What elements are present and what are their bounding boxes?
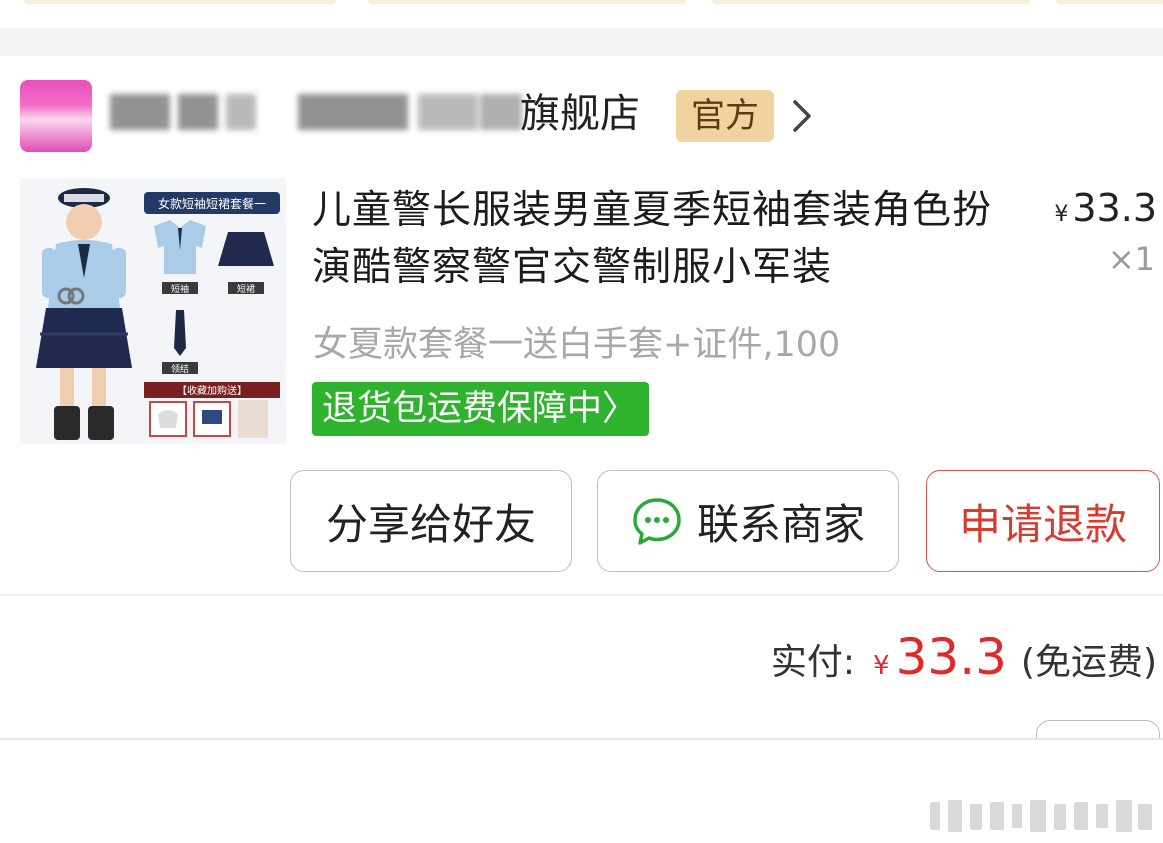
chevron-right-icon[interactable] [790,94,814,138]
image-label: 短裙 [237,283,255,295]
cut-off-order-row [0,718,1163,740]
product-image[interactable]: 女款短袖短裙套餐一 短袖 短裙 领结 【收藏加购送】 [20,178,286,444]
previous-chip [1056,0,1163,4]
section-divider [0,594,1163,596]
store-name[interactable]: 旗舰店 [520,88,640,140]
price-currency: ¥ [1054,202,1069,227]
weibo-watermark-icon [930,800,1152,832]
previous-chip [712,0,1030,4]
copy-button-cut-off[interactable] [1036,720,1160,740]
share-to-friend-button[interactable]: 分享给好友 [290,470,572,572]
store-logo[interactable] [20,80,92,152]
previous-chip [368,0,686,4]
chat-bubble-icon [633,498,681,545]
image-label: 领结 [171,363,189,375]
previous-chip [24,0,336,4]
return-shipping-guarantee-badge[interactable]: 退货包运费保障中〉 [312,382,650,436]
contact-merchant-button[interactable]: 联系商家 [597,470,899,572]
image-gift-banner: 【收藏加购送】 [177,384,247,397]
contact-button-label: 联系商家 [696,499,865,549]
product-sku: 女夏款套餐一送白手套+证件,100 [313,325,841,365]
share-button-label: 分享给好友 [325,499,536,549]
apply-refund-button[interactable]: 申请退款 [926,470,1160,572]
shipping-note: (免运费) [1020,642,1157,683]
store-name-redacted [108,88,523,136]
refund-button-label: 申请退款 [958,499,1127,549]
total-paid: 实付: ¥ 33.3 (免运费) [771,628,1157,698]
screenshot-bottom-edge [0,738,1163,740]
total-amount: 33.3 [895,628,1007,686]
product-quantity: ×1 [1107,240,1155,278]
total-currency: ¥ [873,651,890,681]
product-thumbnail-illustration: 女款短袖短裙套餐一 短袖 短裙 领结 【收藏加购送】 [20,178,286,444]
total-label: 实付: [770,642,856,683]
image-banner: 女款短袖短裙套餐一 [158,196,266,211]
product-price: ¥33.3 [1054,186,1157,230]
official-badge: 官方 [676,90,774,142]
section-gap [0,28,1163,56]
product-title[interactable]: 儿童警长服装男童夏季短袖套装角色扮演酷警察警官交警制服小军装 [312,182,1002,296]
price-value: 33.3 [1072,186,1157,230]
image-label: 短袖 [171,283,189,295]
